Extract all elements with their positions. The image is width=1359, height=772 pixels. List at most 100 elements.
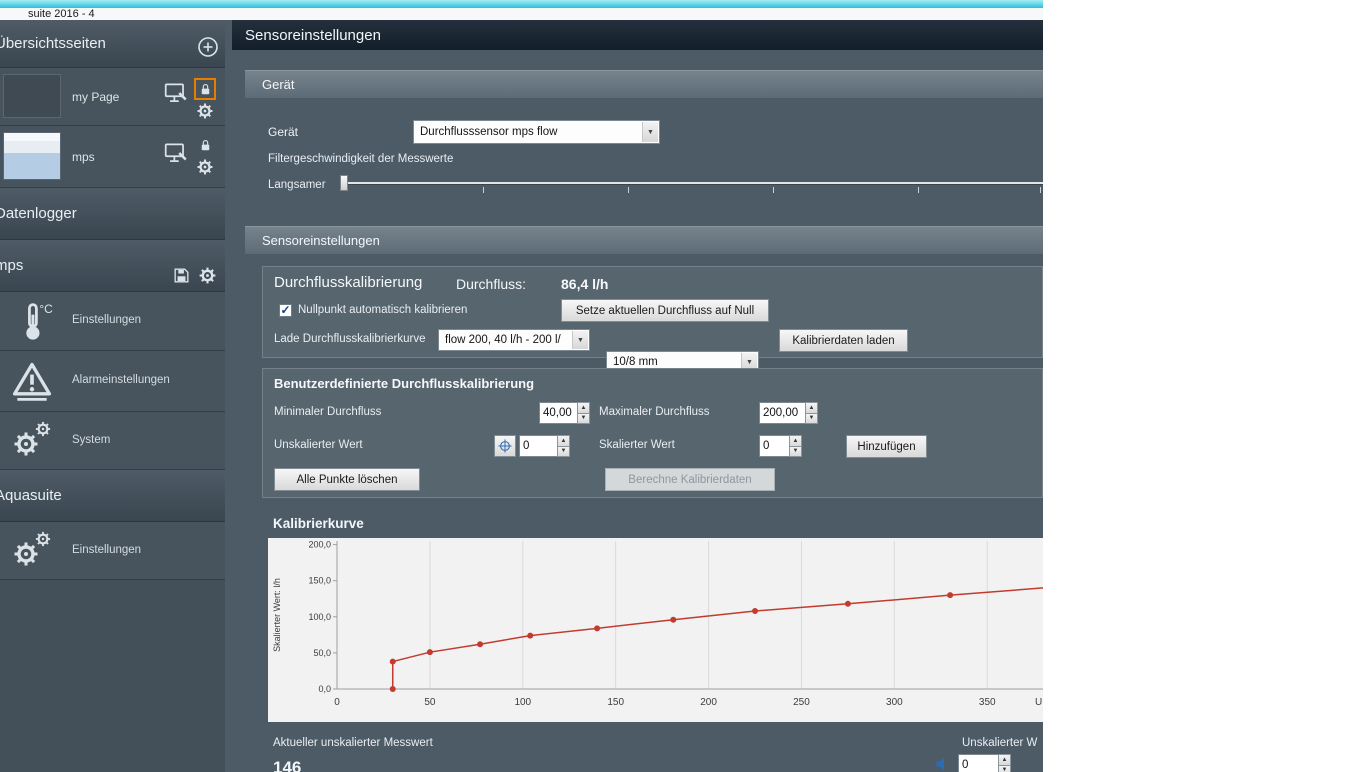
sidebar-header-datenlogger[interactable]: Datenlogger: [0, 188, 225, 240]
svg-text:350: 350: [979, 697, 996, 708]
filter-speed-label: Filtergeschwindigkeit der Messwerte: [268, 153, 454, 165]
sidebar-item-label: System: [72, 434, 111, 446]
sidebar-header-aquasuite[interactable]: Aquasuite: [0, 470, 225, 522]
spin-down-button[interactable]: [789, 446, 802, 457]
svg-text:50: 50: [424, 697, 436, 708]
page-item-mps[interactable]: mps: [0, 126, 225, 188]
add-page-button[interactable]: [197, 36, 219, 58]
auto-zero-label: Nullpunkt automatisch kalibrieren: [298, 304, 468, 316]
pick-value-button[interactable]: [494, 435, 516, 457]
svg-text:200: 200: [700, 697, 717, 708]
page-item-label: mps: [72, 150, 95, 164]
gears-icon: [8, 418, 54, 462]
window-titlebar: suite 2016 - 4: [0, 8, 1043, 20]
sidebar-header-overview-label: Übersichtsseiten: [0, 35, 106, 52]
speaker-icon[interactable]: [935, 756, 951, 772]
spin-down-button[interactable]: [998, 765, 1011, 772]
calibration-chart-svg: 0 50 100 150 200 250 300 350 0,0 50,0 100,0 150,0 20…: [272, 540, 1043, 708]
max-flow-label: Maximaler Durchfluss: [599, 406, 710, 418]
add-point-button[interactable]: Hinzufügen: [846, 435, 927, 458]
sidebar-item-einstellungen[interactable]: °C Einstellungen: [0, 292, 225, 351]
page-item-mypage[interactable]: my Page: [0, 68, 225, 126]
page-thumbnail-mypage: [3, 74, 61, 118]
spin-up-button[interactable]: [557, 435, 570, 447]
svg-text:100,0: 100,0: [308, 612, 331, 622]
thermometer-icon: °C: [10, 300, 54, 344]
calibration-chart: 0 50 100 150 200 250 300 350 0,0 50,0 100,0 150,0 20…: [268, 538, 1043, 722]
spin-up-button[interactable]: [789, 435, 802, 447]
spin-up-button[interactable]: [805, 402, 818, 414]
flow-label: Durchfluss:: [456, 276, 527, 292]
svg-text:150,0: 150,0: [308, 576, 331, 586]
gear-icon[interactable]: [196, 102, 214, 120]
group-durchflusskalibrierung: Durchflusskalibrierung Durchfluss: 86,4 …: [262, 266, 1043, 373]
scaled-input[interactable]: [759, 435, 789, 457]
svg-text:°C: °C: [39, 302, 53, 316]
section-header-geraet: Gerät: [245, 70, 1043, 98]
gears-icon: [8, 528, 54, 572]
display-edit-icon[interactable]: [162, 140, 190, 166]
group-title: Benutzerdefinierte Durchflusskalibrierun…: [274, 376, 535, 391]
device-select[interactable]: Durchflusssensor mps flow: [413, 120, 660, 144]
calc-calibration-button[interactable]: Berechne Kalibrierdaten: [605, 468, 775, 491]
page-title: Sensoreinstellungen: [232, 20, 1043, 50]
sidebar-item-label: Einstellungen: [72, 314, 142, 326]
group-custom-calibration: Benutzerdefinierte Durchflusskalibrierun…: [262, 368, 1043, 498]
sidebar-header-datenlogger-label: Datenlogger: [0, 205, 77, 222]
footer-unscaled-input[interactable]: [958, 754, 998, 772]
sidebar-item-label: Alarmeinstellungen: [72, 374, 170, 386]
max-flow-input[interactable]: [759, 402, 805, 424]
load-curve-label: Lade Durchflusskalibrierkurve: [274, 333, 426, 345]
chevron-down-icon: [572, 331, 588, 349]
slider-track: [340, 182, 1043, 185]
window-accent-bar: [0, 0, 1043, 8]
gear-icon[interactable]: [198, 266, 217, 285]
scaled-label: Skalierter Wert: [599, 439, 675, 451]
svg-text:300: 300: [886, 697, 903, 708]
sidebar-item-label: Einstellungen: [72, 544, 142, 556]
spin-down-button[interactable]: [557, 446, 570, 457]
sidebar-item-system[interactable]: System: [0, 412, 225, 470]
svg-text:250: 250: [793, 697, 810, 708]
slider-handle[interactable]: [340, 175, 348, 191]
device-label: Gerät: [268, 125, 299, 139]
save-icon[interactable]: [172, 266, 191, 285]
sidebar-item-aquasuite-einstellungen[interactable]: Einstellungen: [0, 522, 225, 580]
filter-speed-slider[interactable]: [340, 172, 1043, 196]
load-calibration-button[interactable]: Kalibrierdaten laden: [779, 329, 908, 352]
page-thumbnail-mps: [3, 132, 61, 180]
svg-text:Skalierter Wert: l/h: Skalierter Wert: l/h: [272, 578, 282, 652]
slider-label: Langsamer: [268, 179, 326, 191]
lock-icon[interactable]: [194, 78, 216, 100]
lock-icon[interactable]: [194, 134, 216, 156]
sidebar: Übersichtsseiten my Page mps Datenlogger…: [0, 20, 225, 772]
gear-icon[interactable]: [196, 158, 214, 176]
set-flow-zero-button[interactable]: Setze aktuellen Durchfluss auf Null: [561, 299, 769, 322]
calibration-curve-select[interactable]: flow 200, 40 l/h - 200 l/: [438, 329, 590, 351]
plus-circle-icon: [198, 37, 218, 57]
svg-text:0,0: 0,0: [318, 684, 331, 694]
svg-text:50,0: 50,0: [313, 648, 331, 658]
min-flow-input[interactable]: [539, 402, 577, 424]
clear-points-button[interactable]: Alle Punkte löschen: [274, 468, 420, 491]
sidebar-header-overview[interactable]: Übersichtsseiten: [0, 20, 225, 68]
group-title: Durchflusskalibrierung: [274, 274, 423, 291]
flow-value: 86,4 l/h: [561, 276, 609, 292]
unscaled-input[interactable]: [519, 435, 557, 457]
display-edit-icon[interactable]: [162, 80, 190, 106]
auto-zero-checkbox[interactable]: [279, 304, 292, 317]
sidebar-header-mps-label: mps: [0, 257, 24, 274]
current-measure-label: Aktueller unskalierter Messwert: [273, 737, 433, 749]
app-window: suite 2016 - 4 Übersichtsseiten my Page: [0, 0, 1043, 772]
max-flow-spinner: [759, 402, 818, 424]
spin-up-button[interactable]: [577, 402, 590, 414]
min-flow-spinner: [539, 402, 590, 424]
spin-down-button[interactable]: [577, 413, 590, 424]
sidebar-item-alarmeinstellungen[interactable]: Alarmeinstellungen: [0, 351, 225, 412]
sidebar-header-mps[interactable]: mps: [0, 240, 225, 292]
sidebar-empty-area: [0, 580, 225, 772]
svg-text:0: 0: [334, 697, 340, 708]
spin-up-button[interactable]: [998, 754, 1011, 766]
svg-text:U: U: [1035, 697, 1042, 708]
spin-down-button[interactable]: [805, 413, 818, 424]
